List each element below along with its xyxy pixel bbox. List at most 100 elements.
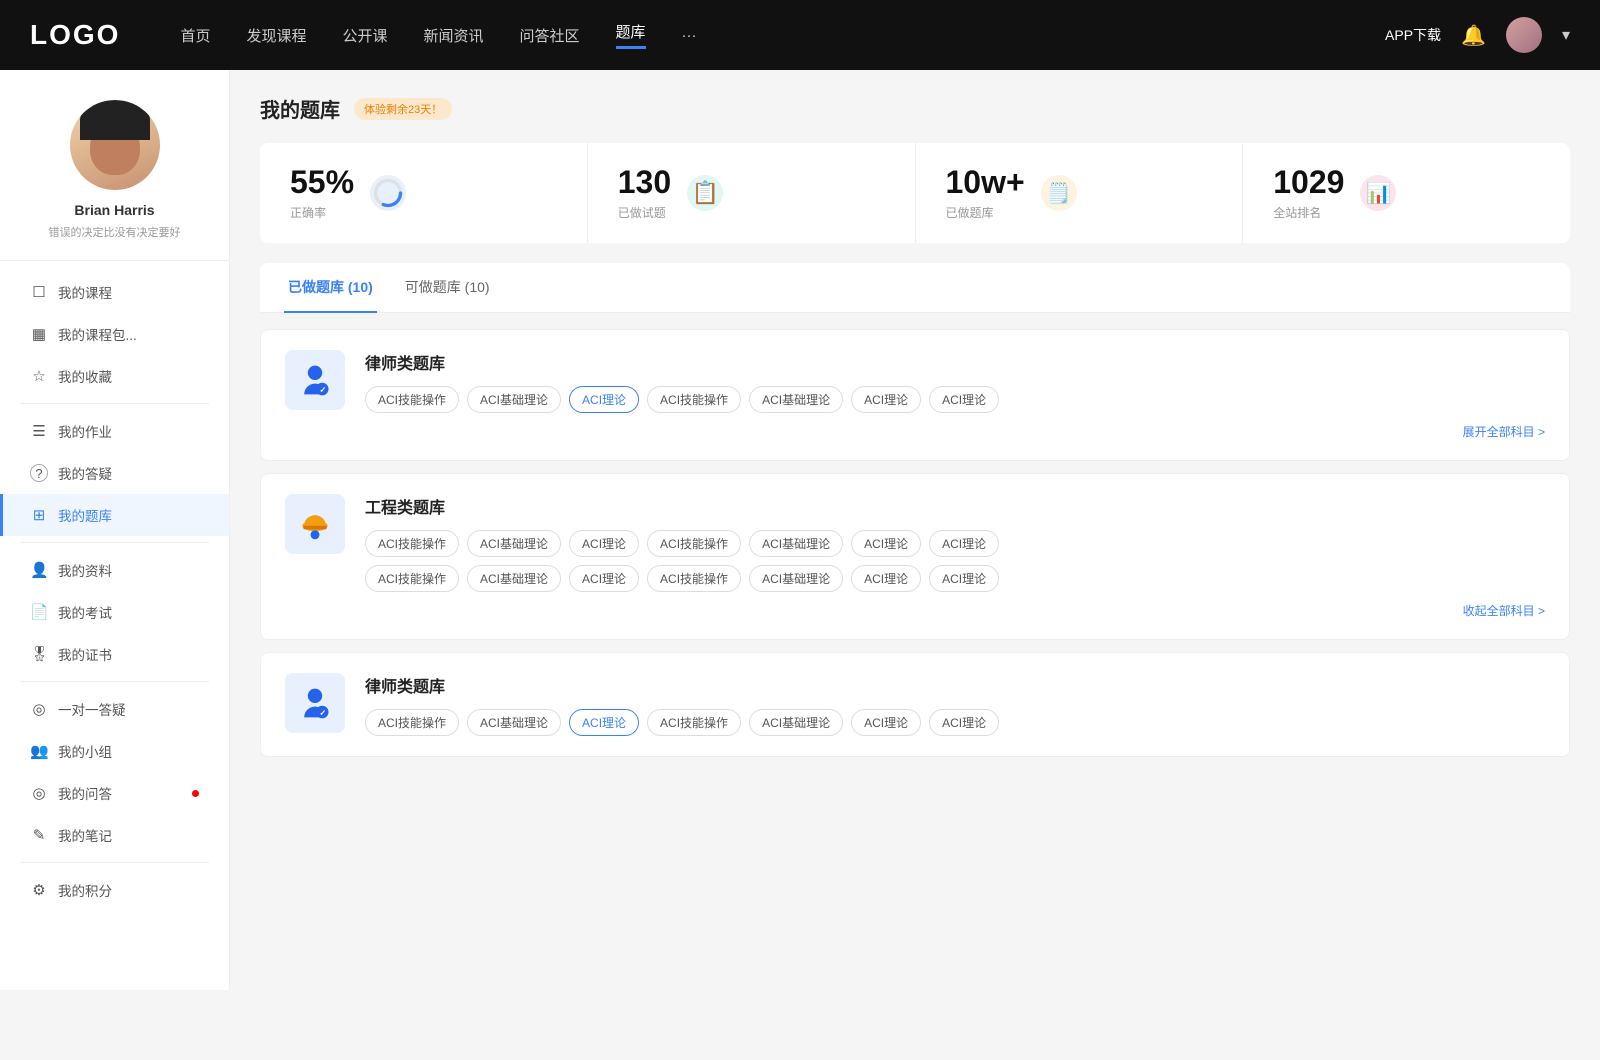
app-download-button[interactable]: APP下载 [1385, 25, 1441, 45]
bank-card-lawyer-2: ✓ 律师类题库 ACI技能操作 ACI基础理论 ACI理论 ACI技能操作 AC… [260, 652, 1570, 757]
bank-tags-lawyer-2: ACI技能操作 ACI基础理论 ACI理论 ACI技能操作 ACI基础理论 AC… [365, 709, 1545, 736]
nav-more[interactable]: ··· [682, 27, 697, 44]
bank-tag[interactable]: ACI理论 [929, 709, 999, 736]
sidebar-label-homework: 我的作业 [58, 421, 199, 441]
bank-tag[interactable]: ACI理论 [851, 709, 921, 736]
bank-tag-active[interactable]: ACI理论 [569, 386, 639, 413]
bank-tag[interactable]: ACI技能操作 [647, 530, 741, 557]
bank-tag[interactable]: ACI技能操作 [647, 709, 741, 736]
bank-tag[interactable]: ACI基础理论 [749, 709, 843, 736]
question-badge [192, 790, 199, 797]
logo[interactable]: LOGO [30, 19, 120, 51]
bank-tag[interactable]: ACI技能操作 [365, 530, 459, 557]
cert-icon: 🎖 [30, 645, 48, 663]
sidebar-label-one-on-one: 一对一答疑 [58, 699, 199, 719]
bank-tag[interactable]: ACI基础理论 [749, 386, 843, 413]
user-dropdown-arrow-icon[interactable]: ▾ [1562, 25, 1570, 45]
nav-home[interactable]: 首页 [180, 25, 210, 46]
bank-tag[interactable]: ACI理论 [929, 386, 999, 413]
bank-tag[interactable]: ACI理论 [929, 530, 999, 557]
exam-icon: 📄 [30, 603, 48, 621]
sidebar-menu: ☐ 我的课程 ▦ 我的课程包... ☆ 我的收藏 ☰ 我的作业 ? 我的答疑 ⊞ [0, 261, 229, 921]
bank-title-lawyer-2: 律师类题库 [365, 673, 1545, 697]
bank-tag[interactable]: ACI理论 [851, 565, 921, 592]
chat-icon: ◎ [30, 700, 48, 718]
avatar [70, 100, 160, 190]
nav-open[interactable]: 公开课 [342, 25, 387, 46]
sidebar-item-question[interactable]: ◎ 我的问答 [0, 772, 229, 814]
sidebar-item-collection[interactable]: ☆ 我的收藏 [0, 355, 229, 397]
sidebar-label-points: 我的积分 [58, 880, 199, 900]
nav-qa[interactable]: 问答社区 [520, 25, 580, 46]
user-avatar-nav[interactable] [1506, 17, 1542, 53]
bank-tag[interactable]: ACI基础理论 [467, 530, 561, 557]
bank-tag[interactable]: ACI技能操作 [365, 565, 459, 592]
sidebar-item-points[interactable]: ⚙ 我的积分 [0, 869, 229, 911]
bank-tag[interactable]: ACI理论 [569, 565, 639, 592]
stat-rank-label: 全站排名 [1273, 204, 1344, 221]
help-icon: ? [30, 464, 48, 482]
bank-tag[interactable]: ACI理论 [851, 530, 921, 557]
sidebar-label-my-course: 我的课程 [58, 282, 199, 302]
sidebar-label-group: 我的小组 [58, 741, 199, 761]
bank-tag[interactable]: ACI基础理论 [467, 386, 561, 413]
profile-icon: 👤 [30, 561, 48, 579]
star-icon: ☆ [30, 367, 48, 385]
page-layout: Brian Harris 错误的决定比没有决定要好 ☐ 我的课程 ▦ 我的课程包… [0, 70, 1600, 990]
sidebar-item-cert[interactable]: 🎖 我的证书 [0, 633, 229, 675]
notes-icon: ✎ [30, 826, 48, 844]
stat-accuracy-value: 55% [290, 165, 354, 200]
stat-done-questions-label: 已做试题 [618, 204, 671, 221]
bank-tags-engineer-row1: ACI技能操作 ACI基础理论 ACI理论 ACI技能操作 ACI基础理论 AC… [365, 530, 1545, 557]
sidebar-item-exam[interactable]: 📄 我的考试 [0, 591, 229, 633]
avatar-image [70, 100, 160, 190]
bank-tag[interactable]: ACI技能操作 [365, 709, 459, 736]
nav-discover[interactable]: 发现课程 [246, 25, 306, 46]
profile-motto: 错误的决定比没有决定要好 [49, 224, 181, 240]
stats-row: 55% 正确率 130 已做试题 📋 10 [260, 143, 1570, 243]
stat-rank-value: 1029 [1273, 165, 1344, 200]
bank-tag[interactable]: ACI理论 [929, 565, 999, 592]
bank-tag-active[interactable]: ACI理论 [569, 709, 639, 736]
page-title: 我的题库 [260, 94, 340, 123]
bank-tag[interactable]: ACI技能操作 [647, 565, 741, 592]
bank-title-lawyer-1: 律师类题库 [365, 350, 1545, 374]
bank-tag[interactable]: ACI技能操作 [365, 386, 459, 413]
sidebar-item-profile[interactable]: 👤 我的资料 [0, 549, 229, 591]
sidebar-item-one-on-one[interactable]: ◎ 一对一答疑 [0, 688, 229, 730]
bank-tag[interactable]: ACI技能操作 [647, 386, 741, 413]
bank-tag[interactable]: ACI理论 [569, 530, 639, 557]
collapse-button-engineer[interactable]: 收起全部科目 > [365, 602, 1545, 619]
tab-todo[interactable]: 可做题库 (10) [401, 263, 494, 313]
sidebar-label-course-package: 我的课程包... [58, 324, 199, 344]
sidebar-item-my-course[interactable]: ☐ 我的课程 [0, 271, 229, 313]
notification-bell-icon[interactable]: 🔔 [1461, 23, 1486, 48]
questions-list-icon: 📋 [687, 175, 723, 211]
tab-done[interactable]: 已做题库 (10) [284, 263, 377, 313]
rank-chart-icon: 📊 [1360, 175, 1396, 211]
lawyer-bank-icon-2: ✓ [285, 673, 345, 733]
stat-done-questions-value: 130 [618, 165, 671, 200]
trial-badge: 体验剩余23天！ [354, 98, 452, 120]
sidebar-item-group[interactable]: 👥 我的小组 [0, 730, 229, 772]
bank-tag[interactable]: ACI基础理论 [467, 709, 561, 736]
bank-tag[interactable]: ACI基础理论 [749, 530, 843, 557]
bank-tag[interactable]: ACI理论 [851, 386, 921, 413]
sidebar-item-my-bank[interactable]: ⊞ 我的题库 [0, 494, 229, 536]
sidebar: Brian Harris 错误的决定比没有决定要好 ☐ 我的课程 ▦ 我的课程包… [0, 70, 230, 990]
list-icon: ☰ [30, 422, 48, 440]
sidebar-label-profile: 我的资料 [58, 560, 199, 580]
bank-tag[interactable]: ACI基础理论 [749, 565, 843, 592]
nav-news[interactable]: 新闻资讯 [424, 25, 484, 46]
sidebar-item-course-package[interactable]: ▦ 我的课程包... [0, 313, 229, 355]
sidebar-label-question: 我的问答 [58, 783, 182, 803]
sidebar-item-homework[interactable]: ☰ 我的作业 [0, 410, 229, 452]
nav-bank[interactable]: 题库 [616, 21, 646, 49]
bank-tag[interactable]: ACI基础理论 [467, 565, 561, 592]
sidebar-item-notes[interactable]: ✎ 我的笔记 [0, 814, 229, 856]
expand-button-lawyer-1[interactable]: 展开全部科目 > [365, 423, 1545, 440]
sidebar-divider-2 [20, 542, 209, 543]
points-icon: ⚙ [30, 881, 48, 899]
bank-card-lawyer-1: ✓ 律师类题库 ACI技能操作 ACI基础理论 ACI理论 ACI技能操作 AC… [260, 329, 1570, 461]
sidebar-item-my-qa[interactable]: ? 我的答疑 [0, 452, 229, 494]
